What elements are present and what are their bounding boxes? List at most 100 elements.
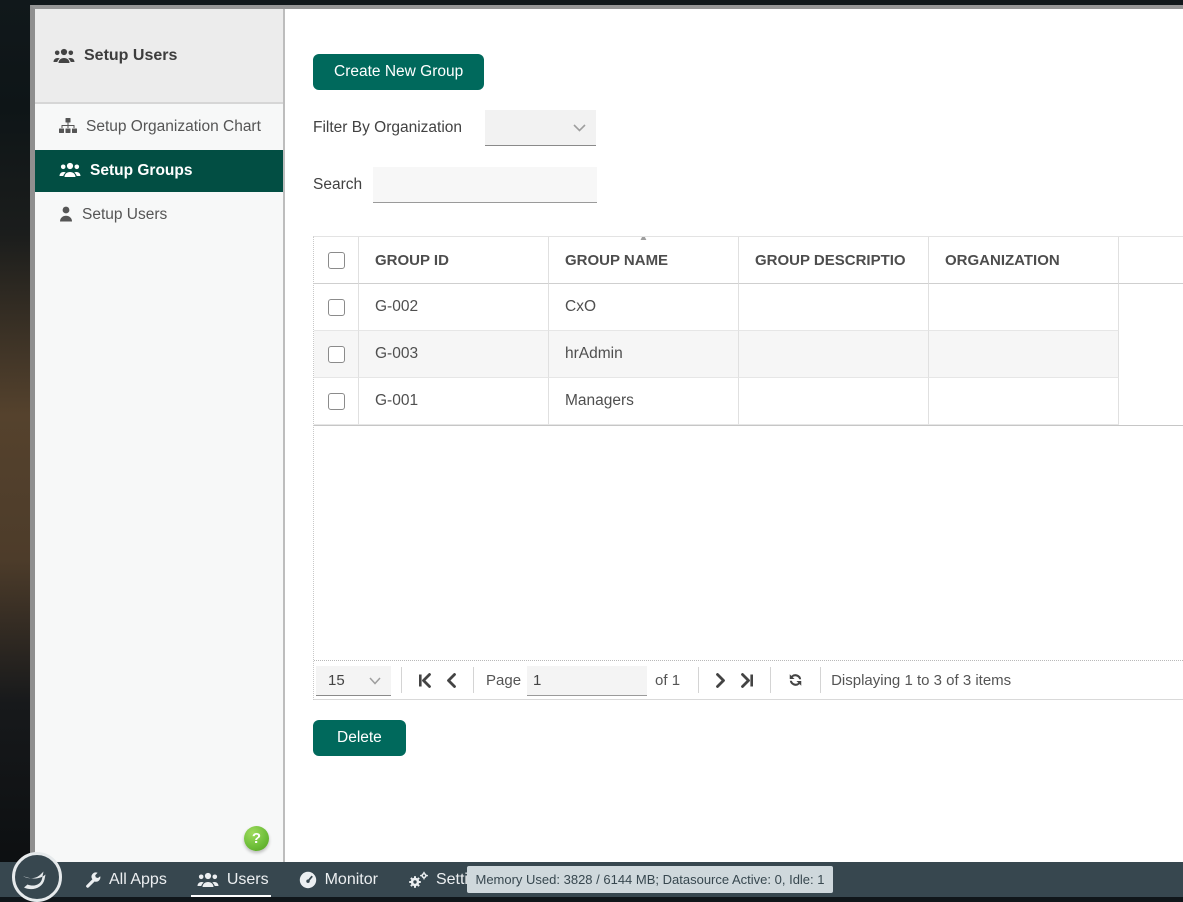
cell-group-id: G-003 <box>359 331 549 378</box>
sidebar-item-label: Setup Users <box>82 205 167 225</box>
column-header-group-name[interactable]: ▲ GROUP NAME <box>549 237 739 284</box>
table-row[interactable]: G-002 CxO <box>314 284 1183 331</box>
page-number-input[interactable] <box>527 666 647 696</box>
cell-group-id: G-002 <box>359 284 549 331</box>
delete-button[interactable]: Delete <box>313 720 406 756</box>
sort-ascending-icon: ▲ <box>639 237 649 243</box>
gears-icon <box>408 871 428 889</box>
column-header-filler <box>1119 237 1183 284</box>
cell-filler <box>1119 331 1183 378</box>
chevron-down-icon <box>573 124 586 132</box>
cell-organization <box>929 378 1119 425</box>
memory-status-badge: Memory Used: 3828 / 6144 MB; Datasource … <box>467 866 833 893</box>
page-count-label: of 1 <box>655 672 680 689</box>
table-row[interactable]: G-003 hrAdmin <box>314 331 1183 378</box>
nav-label: Users <box>227 871 269 889</box>
cell-group-name: hrAdmin <box>549 331 739 378</box>
filter-row: Filter By Organization <box>313 110 1183 146</box>
column-header-label: GROUP DESCRIPTIO <box>755 252 906 269</box>
sidebar-item-setup-organization-chart[interactable]: Setup Organization Chart <box>35 104 283 150</box>
app-panel: Setup Users Setup Organization Chart <box>30 5 1183 862</box>
next-page-button[interactable] <box>709 669 733 692</box>
last-page-icon <box>739 673 754 688</box>
row-checkbox-cell <box>314 284 359 331</box>
table-rows: G-002 CxO G-003 hrAdmin <box>314 284 1183 426</box>
cell-filler <box>1119 284 1183 331</box>
bottom-app-bar: All Apps Users Monitor <box>0 862 1183 897</box>
nav-all-apps[interactable]: All Apps <box>85 862 167 897</box>
search-label: Search <box>313 176 373 194</box>
cell-group-description <box>739 378 929 425</box>
desktop-background: { "sidebar": { "header": { "label": "Set… <box>0 0 1183 902</box>
row-checkbox-cell <box>314 378 359 425</box>
nav-monitor[interactable]: Monitor <box>299 862 378 897</box>
sidebar: Setup Users Setup Organization Chart <box>35 9 285 862</box>
cell-filler <box>1119 378 1183 425</box>
search-row: Search <box>313 167 1183 203</box>
row-checkbox[interactable] <box>328 346 345 363</box>
cell-group-name: CxO <box>549 284 739 331</box>
table-empty-space <box>314 426 1183 660</box>
cell-organization <box>929 284 1119 331</box>
org-chart-icon <box>59 118 77 134</box>
page-label: Page <box>486 672 521 689</box>
sidebar-item-setup-users[interactable]: Setup Users <box>35 192 283 238</box>
select-all-checkbox[interactable] <box>328 252 345 269</box>
help-icon-glyph: ? <box>252 830 261 847</box>
row-checkbox[interactable] <box>328 299 345 316</box>
help-icon[interactable]: ? <box>244 826 269 851</box>
refresh-button[interactable] <box>781 668 810 692</box>
column-header-label: ORGANIZATION <box>945 252 1060 269</box>
gauge-icon <box>299 871 317 889</box>
nav-label: All Apps <box>109 871 167 889</box>
main-content: Create New Group Filter By Organization … <box>285 9 1183 862</box>
first-page-icon <box>418 673 433 688</box>
user-icon <box>59 206 73 222</box>
app-logo[interactable] <box>12 852 62 902</box>
page-size-select[interactable]: 15 <box>316 666 391 696</box>
table-row[interactable]: G-001 Managers <box>314 378 1183 425</box>
column-header-organization[interactable]: ORGANIZATION <box>929 237 1119 284</box>
cell-organization <box>929 331 1119 378</box>
groups-table: GROUP ID ▲ GROUP NAME GROUP DESCRIPTIO O… <box>313 236 1183 700</box>
column-header-label: GROUP NAME <box>565 252 668 269</box>
users-group-icon <box>53 48 75 64</box>
column-header-label: GROUP ID <box>375 252 449 269</box>
select-all-cell <box>314 237 359 284</box>
next-page-icon <box>715 673 727 688</box>
cell-group-name: Managers <box>549 378 739 425</box>
last-page-button[interactable] <box>733 669 760 692</box>
sidebar-item-setup-groups[interactable]: Setup Groups <box>35 150 283 192</box>
row-checkbox-cell <box>314 331 359 378</box>
table-pagination: 15 <box>314 660 1183 700</box>
pager-divider <box>820 667 821 693</box>
pager-divider <box>698 667 699 693</box>
previous-page-icon <box>445 673 457 688</box>
sidebar-header-label: Setup Users <box>84 47 177 65</box>
page-size-value: 15 <box>326 672 369 689</box>
pager-divider <box>770 667 771 693</box>
table-header-row: GROUP ID ▲ GROUP NAME GROUP DESCRIPTIO O… <box>314 237 1183 284</box>
wrench-icon <box>85 872 101 888</box>
cell-group-description <box>739 284 929 331</box>
app-logo-icon <box>20 862 54 892</box>
pager-divider <box>473 667 474 693</box>
first-page-button[interactable] <box>412 669 439 692</box>
pager-summary: Displaying 1 to 3 of 3 items <box>831 672 1011 689</box>
bottom-strip <box>0 897 1183 902</box>
sidebar-header: Setup Users <box>35 9 283 104</box>
column-header-group-description[interactable]: GROUP DESCRIPTIO <box>739 237 929 284</box>
create-new-group-button[interactable]: Create New Group <box>313 54 484 90</box>
pager-divider <box>401 667 402 693</box>
nav-label: Monitor <box>325 871 378 889</box>
filter-by-organization-label: Filter By Organization <box>313 119 485 137</box>
users-group-icon <box>59 162 81 178</box>
row-checkbox[interactable] <box>328 393 345 410</box>
previous-page-button[interactable] <box>439 669 463 692</box>
search-input[interactable] <box>373 167 597 203</box>
nav-users[interactable]: Users <box>197 862 269 897</box>
filter-organization-select[interactable] <box>485 110 596 146</box>
refresh-icon <box>787 672 804 688</box>
column-header-group-id[interactable]: GROUP ID <box>359 237 549 284</box>
cell-group-description <box>739 331 929 378</box>
